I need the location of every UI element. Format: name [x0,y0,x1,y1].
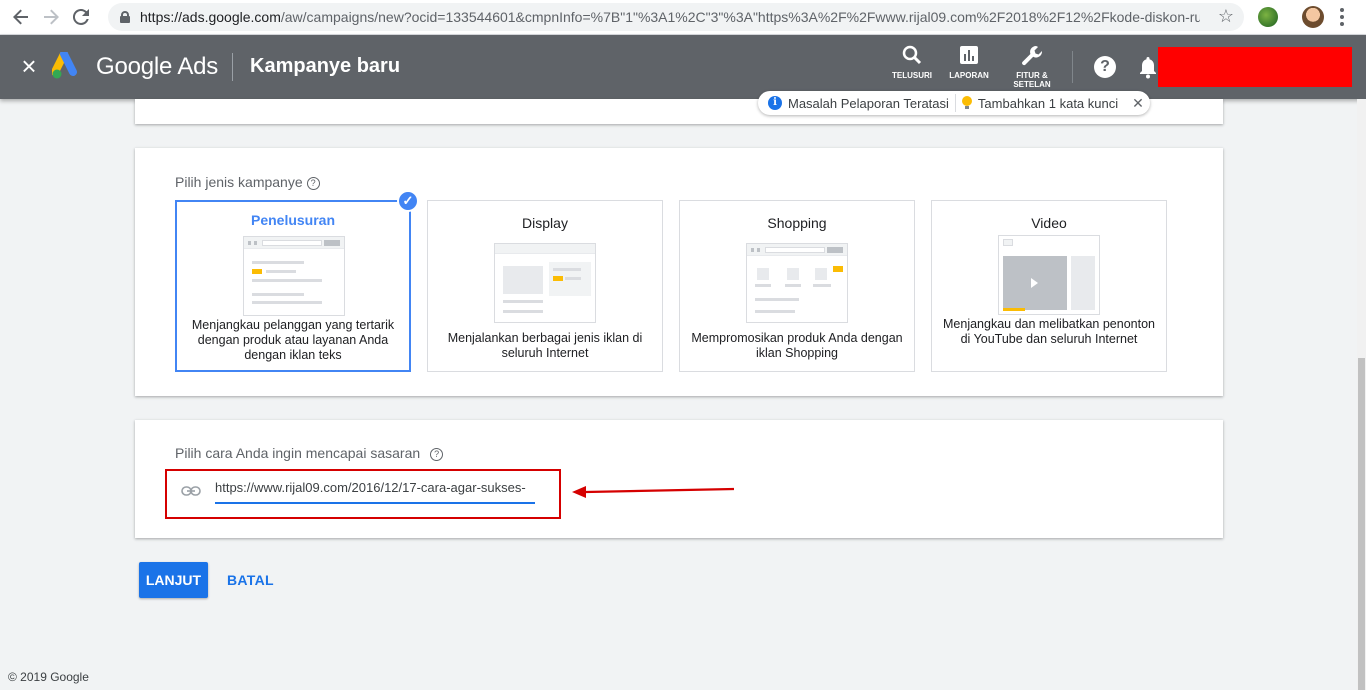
info-icon: i [768,96,782,110]
tile-search[interactable]: ✓ Penelusuran Menjangkau pelanggan yang … [175,190,419,372]
header-divider [232,53,233,81]
cancel-button[interactable]: BATAL [227,572,274,588]
scrollbar-thumb[interactable] [1358,358,1365,690]
close-notification-icon[interactable]: ✕ [1132,95,1144,112]
url-text: https://ads.google.com/aw/campaigns/new?… [140,9,1200,25]
search-icon [884,45,940,71]
video-illustration [998,235,1100,315]
bookmark-star-icon[interactable]: ☆ [1218,6,1234,27]
header-separator [1072,51,1073,83]
notifications-bell-icon[interactable] [1138,55,1158,79]
tile-display[interactable]: Display Menjalankan berbagai jenis iklan… [427,200,663,372]
shopping-illustration [746,243,848,323]
lock-icon [120,11,130,23]
help-circle-icon[interactable]: ? [430,448,444,461]
extension-globe-icon[interactable] [1258,7,1278,27]
search-illustration [243,236,345,316]
campaign-type-card: Pilih jenis kampanye? ✓ Penelusuran Menj… [135,148,1223,396]
browser-toolbar: https://ads.google.com/aw/campaigns/new?… [0,0,1366,35]
chart-icon [941,45,997,71]
page-title: Kampanye baru [250,55,401,77]
checkmark-icon: ✓ [397,190,419,212]
redacted-account-box [1158,47,1352,87]
browser-menu-icon[interactable] [1340,8,1344,26]
wrench-icon [1004,45,1060,71]
goal-label: Pilih cara Anda ingin mencapai sasaran? [175,445,444,461]
tile-shopping[interactable]: Shopping Mempromosikan produk Anda denga… [679,200,915,372]
notification-add-keyword[interactable]: Tambahkan 1 kata kunci [978,96,1118,111]
tile-video[interactable]: Video Menjangkau dan melibatkan penonton… [931,200,1167,372]
display-illustration [494,243,596,323]
tools-settings-button[interactable]: FITUR & SETELAN [1004,45,1060,89]
brand-name: Google Ads [96,53,219,80]
continue-button[interactable]: LANJUT [139,562,208,598]
close-icon[interactable]: × [18,53,40,79]
forward-icon[interactable] [36,2,66,32]
chip-separator [954,94,956,112]
back-icon[interactable] [6,2,36,32]
lightbulb-icon [961,96,972,110]
reload-icon[interactable] [66,2,96,32]
reports-tool-button[interactable]: LAPORAN [941,45,997,80]
address-bar[interactable]: https://ads.google.com/aw/campaigns/new?… [108,3,1244,31]
campaign-type-label: Pilih jenis kampanye? [175,174,320,190]
search-tool-button[interactable]: TELUSURI [884,45,940,80]
annotation-highlight-box [165,469,561,519]
notification-chip: i Masalah Pelaporan Teratasi Tambahkan 1… [758,91,1150,115]
annotation-arrow-icon [572,486,735,498]
google-ads-logo-icon [52,52,77,79]
app-header: × Google Ads Kampanye baru TELUSURI LAPO… [0,35,1366,99]
profile-avatar[interactable] [1302,6,1324,28]
help-circle-icon[interactable]: ? [306,177,320,190]
help-icon[interactable]: ? [1094,56,1116,78]
play-icon [1031,278,1038,288]
notification-reporting-fixed[interactable]: Masalah Pelaporan Teratasi [788,96,949,111]
footer-copyright: © 2019 Google [8,670,89,684]
